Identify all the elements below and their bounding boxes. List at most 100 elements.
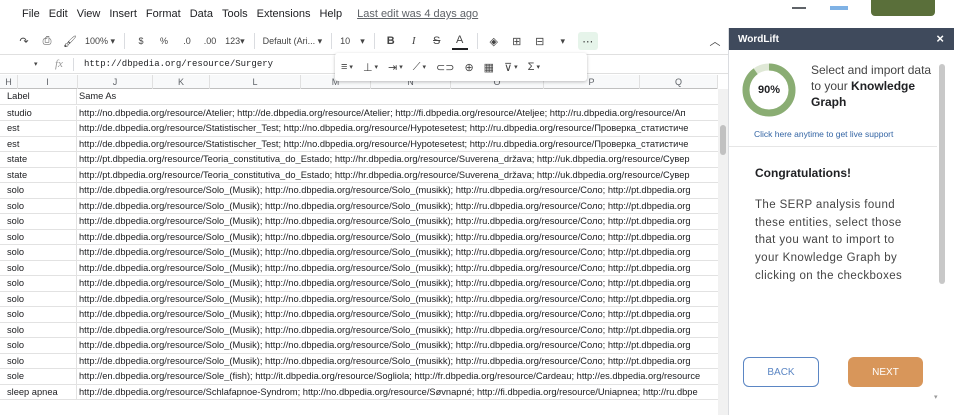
panel-scrollbar-thumb[interactable] bbox=[939, 64, 945, 284]
label-cell[interactable]: state bbox=[7, 170, 77, 180]
label-cell[interactable]: solo bbox=[7, 232, 77, 242]
close-icon[interactable]: × bbox=[936, 31, 944, 46]
same-as-cell[interactable]: http://de.dbpedia.org/resource/Solo_(Mus… bbox=[79, 309, 718, 319]
same-as-cell[interactable]: http://de.dbpedia.org/resource/Statistis… bbox=[79, 123, 718, 133]
same-as-cell[interactable]: http://de.dbpedia.org/resource/Solo_(Mus… bbox=[79, 278, 718, 288]
label-cell[interactable]: solo bbox=[7, 201, 77, 211]
label-cell[interactable]: est bbox=[7, 139, 77, 149]
more-options-button[interactable]: ⋯ bbox=[577, 32, 598, 50]
number-format-select[interactable]: 123 ▾ bbox=[225, 32, 245, 50]
vertical-align-icon[interactable]: ⊥ ▾ bbox=[363, 61, 378, 74]
same-as-cell[interactable]: Same As bbox=[79, 91, 718, 101]
same-as-cell[interactable]: http://de.dbpedia.org/resource/Solo_(Mus… bbox=[79, 232, 718, 242]
zoom-select[interactable]: 100% ▾ bbox=[85, 32, 115, 50]
number-format-value: 123 bbox=[225, 36, 241, 46]
italic-button[interactable]: I bbox=[406, 32, 422, 50]
same-as-cell[interactable]: http://de.dbpedia.org/resource/Solo_(Mus… bbox=[79, 263, 718, 273]
same-as-cell[interactable]: http://de.dbpedia.org/resource/Solo_(Mus… bbox=[79, 356, 718, 366]
formula-input[interactable]: http://dbpedia.org/resource/Surgery bbox=[84, 59, 273, 69]
label-cell[interactable]: solo bbox=[7, 325, 77, 335]
same-as-cell[interactable]: http://pt.dbpedia.org/resource/Teoria_co… bbox=[79, 170, 718, 180]
cell-divider bbox=[76, 105, 77, 120]
text-color-button[interactable]: A bbox=[451, 32, 468, 50]
label-cell[interactable]: state bbox=[7, 154, 77, 164]
share-button[interactable] bbox=[871, 0, 935, 16]
label-cell[interactable]: solo bbox=[7, 278, 77, 288]
scroll-down-icon[interactable]: ▾ bbox=[934, 393, 938, 401]
menu-data[interactable]: Data bbox=[190, 8, 213, 20]
sheet-scrollbar[interactable] bbox=[718, 89, 728, 415]
bold-button[interactable]: B bbox=[383, 32, 399, 50]
increase-decimal-button[interactable]: .00 bbox=[202, 32, 218, 50]
same-as-cell[interactable]: http://de.dbpedia.org/resource/Solo_(Mus… bbox=[79, 247, 718, 257]
same-as-cell[interactable]: http://en.dbpedia.org/resource/Sole_(fis… bbox=[79, 371, 718, 381]
insert-chart-icon[interactable]: ▦ bbox=[484, 61, 494, 74]
percent-button[interactable]: % bbox=[156, 32, 172, 50]
next-button[interactable]: NEXT bbox=[848, 357, 923, 387]
same-as-cell[interactable]: http://de.dbpedia.org/resource/Solo_(Mus… bbox=[79, 201, 718, 211]
menu-insert[interactable]: Insert bbox=[109, 8, 137, 20]
column-header-j[interactable]: J bbox=[78, 75, 153, 89]
label-cell[interactable]: solo bbox=[7, 263, 77, 273]
menu-extensions[interactable]: Extensions bbox=[257, 8, 311, 20]
collapse-toolbar-icon[interactable]: ︿ bbox=[707, 32, 723, 50]
column-header-h[interactable]: H bbox=[0, 75, 18, 89]
text-rotation-icon[interactable]: ⟋ ▾ bbox=[413, 61, 426, 74]
menu-tools[interactable]: Tools bbox=[222, 8, 248, 20]
label-cell[interactable]: solo bbox=[7, 356, 77, 366]
filter-icon[interactable]: ⊽ ▾ bbox=[504, 61, 518, 74]
back-button[interactable]: BACK bbox=[743, 357, 819, 387]
column-header-q[interactable]: Q bbox=[640, 75, 718, 89]
borders-icon[interactable]: ⊞ bbox=[509, 32, 525, 50]
menu-help[interactable]: Help bbox=[319, 8, 342, 20]
last-edit-link[interactable]: Last edit was 4 days ago bbox=[357, 8, 478, 20]
panel-scrollbar[interactable] bbox=[939, 64, 945, 394]
strikethrough-button[interactable]: S bbox=[429, 32, 445, 50]
same-as-cell[interactable]: http://de.dbpedia.org/resource/Solo_(Mus… bbox=[79, 185, 718, 195]
font-size-select[interactable]: 10 ▾ bbox=[340, 32, 365, 50]
decrease-decimal-button[interactable]: .0 bbox=[179, 32, 195, 50]
same-as-cell[interactable]: http://de.dbpedia.org/resource/Solo_(Mus… bbox=[79, 325, 718, 335]
functions-icon[interactable]: Σ ▾ bbox=[528, 61, 540, 73]
label-cell[interactable]: solo bbox=[7, 185, 77, 195]
paint-format-icon[interactable]: 🖌︎ bbox=[62, 32, 78, 50]
label-cell[interactable]: solo bbox=[7, 247, 77, 257]
font-select[interactable]: Default (Ari... ▾ bbox=[263, 32, 323, 50]
column-header-i[interactable]: I bbox=[18, 75, 78, 89]
column-header-l[interactable]: L bbox=[210, 75, 301, 89]
menu-view[interactable]: View bbox=[77, 8, 101, 20]
same-as-cell[interactable]: http://de.dbpedia.org/resource/Solo_(Mus… bbox=[79, 294, 718, 304]
fill-color-icon[interactable]: ◈ bbox=[486, 32, 502, 50]
merge-cells-icon[interactable]: ⊟ bbox=[532, 32, 548, 50]
text-wrap-icon[interactable]: ⇥ ▾ bbox=[388, 61, 403, 74]
horizontal-align-icon[interactable]: ≡ ▾ bbox=[341, 61, 353, 73]
name-box-caret-icon[interactable]: ▾ bbox=[34, 60, 38, 68]
print-icon[interactable]: ⎙ bbox=[39, 32, 55, 50]
same-as-cell[interactable]: http://no.dbpedia.org/resource/Atelier; … bbox=[79, 108, 718, 118]
currency-button[interactable]: $ bbox=[133, 32, 149, 50]
label-cell[interactable]: solo bbox=[7, 294, 77, 304]
menu-file[interactable]: File bbox=[22, 8, 40, 20]
same-as-cell[interactable]: http://de.dbpedia.org/resource/Solo_(Mus… bbox=[79, 340, 718, 350]
label-cell[interactable]: sole bbox=[7, 371, 77, 381]
column-header-k[interactable]: K bbox=[153, 75, 210, 89]
menu-edit[interactable]: Edit bbox=[49, 8, 68, 20]
same-as-cell[interactable]: http://de.dbpedia.org/resource/Schlafapn… bbox=[79, 387, 718, 397]
same-as-cell[interactable]: http://pt.dbpedia.org/resource/Teoria_co… bbox=[79, 154, 718, 164]
same-as-cell[interactable]: http://de.dbpedia.org/resource/Statistis… bbox=[79, 139, 718, 149]
label-cell[interactable]: solo bbox=[7, 216, 77, 226]
scrollbar-thumb[interactable] bbox=[720, 125, 726, 155]
label-cell[interactable]: sleep apnea bbox=[7, 387, 77, 397]
insert-link-icon[interactable]: ⊂⊃ bbox=[436, 61, 454, 74]
live-support-link[interactable]: Click here anytime to get live support bbox=[754, 129, 893, 139]
label-cell[interactable]: solo bbox=[7, 340, 77, 350]
menu-format[interactable]: Format bbox=[146, 8, 181, 20]
insert-comment-icon[interactable]: ⊕ bbox=[464, 61, 473, 74]
label-cell[interactable]: studio bbox=[7, 108, 77, 118]
redo-icon[interactable]: ↷ bbox=[16, 32, 32, 50]
merge-caret-icon[interactable]: ▾ bbox=[555, 32, 571, 50]
label-cell[interactable]: Label bbox=[7, 91, 77, 101]
label-cell[interactable]: est bbox=[7, 123, 77, 133]
label-cell[interactable]: solo bbox=[7, 309, 77, 319]
same-as-cell[interactable]: http://de.dbpedia.org/resource/Solo_(Mus… bbox=[79, 216, 718, 226]
